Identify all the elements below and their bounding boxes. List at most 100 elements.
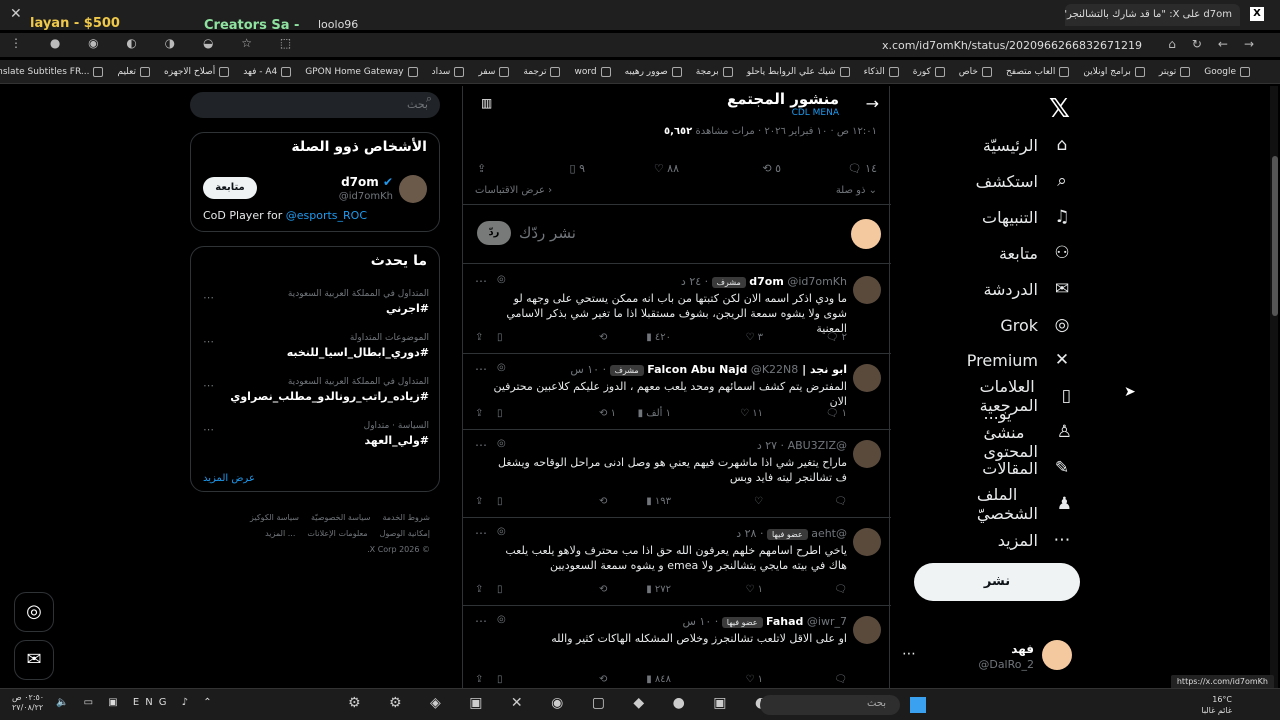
nav-item-8[interactable]: ...يو منشئ المحتوى ♙ (983, 404, 1072, 461)
more-icon[interactable]: ⋯ (475, 362, 487, 376)
more-icon[interactable]: ⋯ (203, 335, 214, 348)
nav-item-3[interactable]: متابعة ⚇ (999, 238, 1072, 268)
reply-action[interactable]: 🗨 (834, 584, 847, 595)
x-logo-icon[interactable]: 𝕏 (1049, 94, 1070, 124)
nav-item-0[interactable]: الرئيسيّة ⌂ (983, 130, 1072, 160)
views-action[interactable]: ▮ ١ ألف (638, 408, 671, 419)
share-icon[interactable]: ⇪ (475, 408, 483, 419)
reply-action[interactable]: 🗨 ٢ (826, 332, 847, 343)
tweet-handle[interactable]: @id7omKh (787, 275, 847, 288)
tweet-time[interactable]: ١٠ س (682, 615, 711, 628)
tweet[interactable]: @aeht عضو فيها · ٢٨ د ⋯ ◎ ياخي اطرح اسام… (463, 518, 891, 606)
follow-button[interactable]: متابعة (203, 177, 257, 199)
show-quotes-link[interactable]: عرض الاقتباسات › (475, 185, 552, 196)
avatar[interactable] (853, 440, 881, 468)
scrollbar-thumb[interactable] (1272, 156, 1278, 316)
footer-link[interactable]: © 2026 X Corp. (367, 542, 430, 558)
start-button[interactable] (910, 697, 926, 713)
bookmark-item[interactable]: الذكاء (864, 66, 899, 77)
grok-icon[interactable]: ◎ (497, 274, 506, 285)
bookmark-item[interactable]: خاص (959, 66, 992, 77)
footer-link[interactable]: سياسة الخصوصيّة (311, 510, 370, 526)
repost-count[interactable]: ⟲ ٥ (762, 162, 781, 175)
repost-action[interactable]: ⟲ ١ (599, 408, 616, 419)
views-action[interactable]: ▮ ٤٢٠ (646, 332, 671, 343)
tweet-author[interactable]: Fahad (766, 615, 803, 628)
repost-action[interactable]: ⟲ (599, 496, 607, 507)
tweet-handle[interactable]: @K22N8 (751, 363, 798, 376)
avatar[interactable] (853, 364, 881, 392)
account-switcher[interactable]: فهد @DalRo_2 ⋯ (902, 640, 1072, 672)
bookmark-item[interactable]: ترجمة (523, 66, 561, 77)
reply-button[interactable]: ردّ (477, 221, 511, 245)
repost-action[interactable]: ⟲ (599, 674, 607, 685)
like-action[interactable]: ♡ ٣ (745, 332, 763, 343)
more-icon[interactable]: ⋯ (475, 274, 487, 288)
tweet-author[interactable]: d7om (749, 275, 784, 288)
like-count[interactable]: ♡ ٨٨ (654, 162, 679, 175)
avatar[interactable] (399, 175, 427, 203)
share-icon[interactable]: ⇪ (475, 584, 483, 595)
bookmark-item[interactable]: برامج اونلاين (1083, 66, 1145, 77)
close-window-icon[interactable]: ✕ (10, 6, 22, 22)
weather-widget[interactable]: 16°C غائم غالبا (1201, 694, 1232, 716)
nav-item-5[interactable]: Grok ◎ (1000, 310, 1072, 340)
tweet[interactable]: ابو نجد | Falcon Abu Najd @K22N8 مشرف · … (463, 354, 891, 430)
avatar[interactable] (853, 528, 881, 556)
avatar[interactable] (853, 276, 881, 304)
repost-action[interactable]: ⟲ (599, 332, 607, 343)
active-tab[interactable]: d7om على X: "ما قد شارك بالتشالنجر" (1065, 4, 1240, 26)
grok-icon[interactable]: ◎ (497, 362, 506, 373)
more-icon[interactable]: ⋯ (203, 379, 214, 392)
trend-item[interactable]: الموضوعات المتداولة #دوري_ابطال_اسيا_للن… (203, 333, 429, 373)
grok-icon[interactable]: ◎ (497, 614, 506, 625)
messages-icon[interactable]: ✉ (14, 640, 54, 680)
nav-item-11[interactable]: المزيد ⋯ (998, 525, 1072, 555)
tweet-time[interactable]: ٢٤ د (681, 275, 701, 288)
nav-item-10[interactable]: الملف الشخصيّ ♟ (977, 485, 1072, 523)
footer-link[interactable]: سياسة الكوكيز (250, 510, 299, 526)
bookmark-item[interactable]: العاب متصفح (1006, 66, 1070, 77)
bookmark-item[interactable]: سداد (432, 66, 465, 77)
bookmark-item[interactable]: word (574, 66, 611, 77)
trend-item[interactable]: المتداول في المملكة العربية السعودية #زي… (203, 377, 429, 417)
nav-item-9[interactable]: المقالات ✎ (982, 453, 1072, 483)
views-action[interactable]: ▮ ١٩٣ (646, 496, 671, 507)
tweet-time[interactable]: ٢٧ د (757, 439, 777, 452)
repost-action[interactable]: ⟲ (599, 584, 607, 595)
bookmark-item[interactable]: سفر (478, 66, 510, 77)
show-more-link[interactable]: عرض المزيد (203, 473, 255, 484)
reply-count[interactable]: 🗨 ١٤ (848, 162, 877, 175)
bookmark-item[interactable]: أصلاح الاجهزه (164, 66, 230, 77)
bookmark-icon[interactable]: ▯ (497, 496, 503, 507)
bookmark-item[interactable]: Translate Subtitles FR... (0, 66, 104, 77)
bookmark-icon[interactable]: ▯ (497, 408, 503, 419)
tweet[interactable]: Fahad @iwr_7 عضو فيها · ١٠ س ⋯ ◎ او على … (463, 606, 891, 688)
tweet-time[interactable]: ٢٨ د (736, 527, 756, 540)
tweet-handle[interactable]: @iwr_7 (807, 615, 847, 628)
community-link[interactable]: CDL MENA (792, 108, 839, 118)
views-action[interactable]: ▮ ٢٧٢ (646, 584, 671, 595)
more-icon[interactable]: ⋯ (203, 291, 214, 304)
like-action[interactable]: ♡ ١ (745, 584, 763, 595)
navigation-icons[interactable]: ⌂↻←→ (1168, 37, 1270, 51)
like-action[interactable]: ♡ ١١ (740, 408, 763, 419)
trend-item[interactable]: السياسة · متداول #ولي_العهد ⋯ (203, 421, 429, 461)
like-action[interactable]: ♡ ١ (745, 674, 763, 685)
bookmark-icon[interactable]: ▯ (497, 674, 503, 685)
extension-icons[interactable]: ⋮ ● ◉ ◐ ◑ ◒ ☆ ⬚ (10, 36, 303, 50)
share-icon[interactable]: ⇪ (477, 162, 486, 175)
grok-icon[interactable]: ◎ (497, 526, 506, 537)
reply-sort-dropdown[interactable]: ذو صلة ⌄ (836, 185, 877, 196)
bookmark-item[interactable]: Google (1204, 66, 1250, 77)
nav-item-1[interactable]: استكشف ⌕ (976, 166, 1072, 196)
system-tray[interactable]: 🔈 ▭ ▣ ENG ♪ ⌃ (56, 697, 218, 708)
bookmark-item[interactable]: برمجة (696, 66, 733, 77)
more-icon[interactable]: ⋯ (475, 614, 487, 628)
more-icon[interactable]: ⋯ (475, 526, 487, 540)
footer-link[interactable]: إمكانية الوصول (380, 526, 430, 542)
more-icon[interactable]: ⋯ (203, 423, 214, 436)
taskbar-search-input[interactable]: بحث (760, 695, 900, 715)
clock[interactable]: ٠٢:٥٠ ص ٢٧/٠٨/٢٢ (12, 693, 44, 713)
url-field[interactable]: x.com/id7omKh/status/2020966266832671219 (882, 39, 1142, 52)
